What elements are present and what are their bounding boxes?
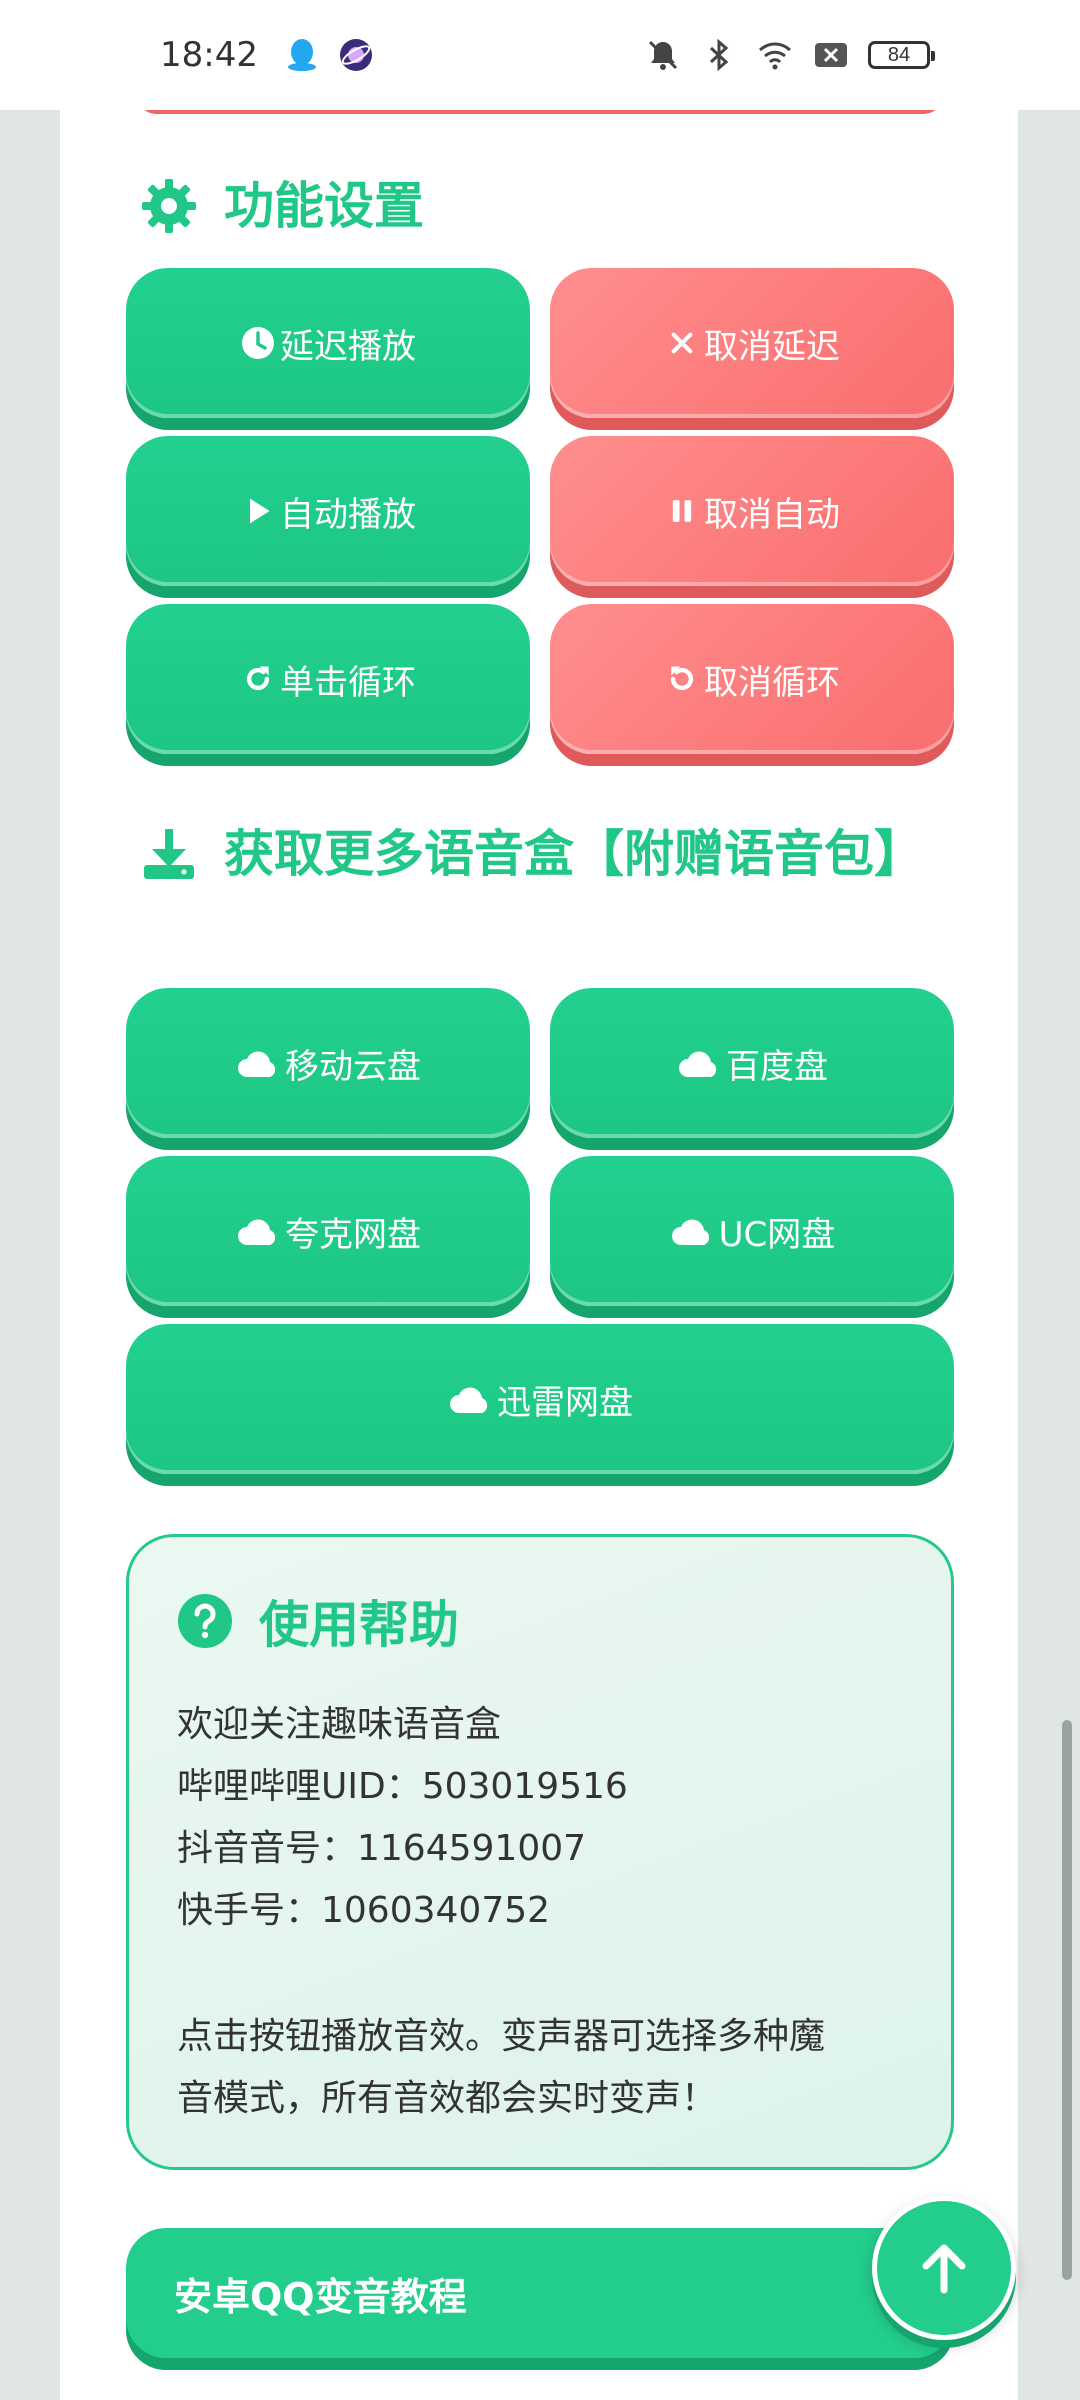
baidu-pan-button[interactable]: 百度盘 — [550, 988, 954, 1138]
loop-button[interactable]: 单击循环 — [126, 604, 530, 754]
cancel-delay-label: 取消延迟 — [704, 326, 840, 367]
help-kuaishou-id: 快手号：1060340752 — [177, 1890, 551, 1931]
mobile-cloud-button[interactable]: 移动云盘 — [126, 988, 530, 1138]
gear-icon — [140, 177, 198, 235]
cancel-delay-button[interactable]: 取消延迟 — [550, 268, 954, 418]
pause-icon — [664, 493, 700, 529]
help-welcome: 欢迎关注趣味语音盒 — [177, 1704, 502, 1745]
xunlei-pan-button[interactable]: 迅雷网盘 — [126, 1324, 954, 1474]
status-bar: 18:42 84 — [0, 0, 1080, 110]
question-circle-icon — [177, 1593, 233, 1649]
redo-icon — [240, 661, 276, 697]
help-title: 使用帮助 — [177, 1585, 459, 1657]
status-icons: 84 — [644, 36, 935, 74]
uc-pan-label: UC网盘 — [718, 1214, 836, 1255]
qq-icon — [284, 37, 320, 73]
orbit-app-icon — [338, 37, 374, 73]
delay-play-button[interactable]: 延迟播放 — [126, 268, 530, 418]
auto-play-label: 自动播放 — [280, 494, 416, 535]
cancel-loop-button[interactable]: 取消循环 — [550, 604, 954, 754]
baidu-pan-label: 百度盘 — [726, 1046, 828, 1087]
cancel-loop-label: 取消循环 — [704, 662, 840, 703]
cloud-icon — [676, 1045, 722, 1081]
delay-play-label: 延迟播放 — [280, 326, 416, 367]
scrollbar[interactable] — [1062, 1720, 1072, 2280]
settings-section-title: 功能设置 — [140, 170, 424, 242]
help-usage-line1: 点击按钮播放音效。变声器可选择多种魔 — [177, 2016, 826, 2057]
wifi-icon — [756, 36, 794, 74]
downloads-section-title: 获取更多语音盒【附赠语音包】 — [140, 818, 940, 890]
help-title-text: 使用帮助 — [259, 1596, 459, 1654]
status-time: 18:42 — [160, 35, 258, 75]
loop-label: 单击循环 — [280, 662, 416, 703]
clock-icon — [240, 325, 276, 361]
close-icon — [664, 325, 700, 361]
scroll-to-top-button[interactable] — [872, 2196, 1016, 2340]
arrow-up-icon — [914, 2238, 974, 2298]
quark-pan-button[interactable]: 夸克网盘 — [126, 1156, 530, 1306]
close-box-icon — [812, 36, 850, 74]
qq-voice-tutorial-label: 安卓QQ变音教程 — [174, 2274, 467, 2319]
cloud-icon — [235, 1213, 281, 1249]
auto-play-button[interactable]: 自动播放 — [126, 436, 530, 586]
mobile-cloud-label: 移动云盘 — [285, 1046, 421, 1087]
bluetooth-icon — [700, 36, 738, 74]
settings-title-text: 功能设置 — [224, 177, 424, 235]
downloads-title-text: 获取更多语音盒【附赠语音包】 — [224, 825, 924, 883]
cancel-auto-button[interactable]: 取消自动 — [550, 436, 954, 586]
cancel-auto-label: 取消自动 — [704, 494, 840, 535]
help-usage-line2: 音模式，所有音效都会实时变声！ — [177, 2078, 718, 2119]
quark-pan-label: 夸克网盘 — [285, 1214, 421, 1255]
app-page: 18:42 84 功能设置 延迟播放 取消延迟 自动播放 取消自动 单击循环 取… — [0, 0, 1080, 2400]
help-bilibili-uid: 哔哩哔哩UID：503019516 — [177, 1766, 628, 1807]
uc-pan-button[interactable]: UC网盘 — [550, 1156, 954, 1306]
play-icon — [240, 493, 276, 529]
bell-off-icon — [644, 36, 682, 74]
cloud-icon — [235, 1045, 281, 1081]
cloud-icon — [447, 1381, 493, 1417]
undo-icon — [664, 661, 700, 697]
qq-voice-tutorial-button[interactable]: 安卓QQ变音教程 — [126, 2228, 954, 2358]
help-panel: 使用帮助 欢迎关注趣味语音盒 哔哩哔哩UID：503019516 抖音音号：11… — [126, 1534, 954, 2170]
download-icon — [140, 825, 198, 883]
help-douyin-id: 抖音音号：1164591007 — [177, 1828, 587, 1869]
xunlei-pan-label: 迅雷网盘 — [497, 1382, 633, 1423]
battery-indicator: 84 — [868, 41, 935, 69]
cloud-icon — [669, 1213, 715, 1249]
